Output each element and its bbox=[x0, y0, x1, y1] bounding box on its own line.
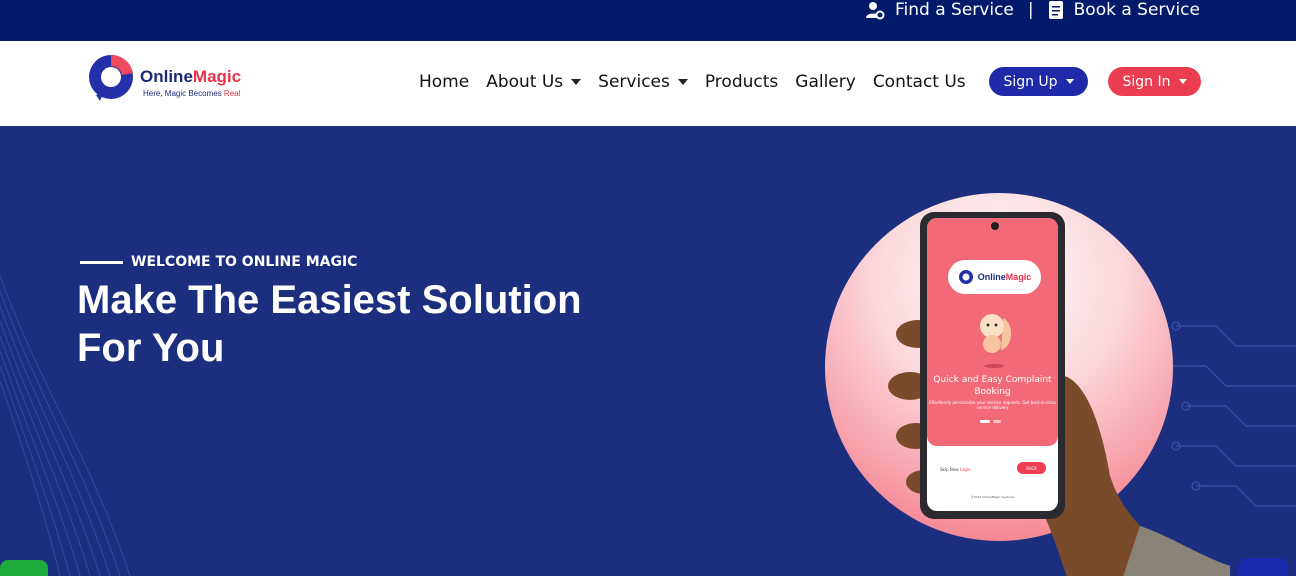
find-service-link[interactable]: Find a Service bbox=[865, 0, 1014, 20]
sign-up-button[interactable]: Sign Up bbox=[989, 67, 1088, 96]
hero-headline: Make The Easiest Solution For You bbox=[77, 278, 582, 370]
logo-mark-icon bbox=[958, 270, 973, 284]
hero-eyebrow: WELCOME TO ONLINE MAGIC bbox=[80, 254, 357, 270]
phone-camera-notch bbox=[991, 222, 999, 230]
user-gear-icon bbox=[866, 2, 885, 20]
eyebrow-text: WELCOME TO ONLINE MAGIC bbox=[131, 254, 358, 270]
scroll-top-button[interactable] bbox=[1238, 558, 1288, 576]
screen-skip-row: Skip Now Login bbox=[940, 467, 971, 472]
logo-mark-icon bbox=[89, 54, 133, 101]
top-utility-bar: Find a Service | Book a Service bbox=[0, 0, 1296, 41]
screen-app-badge: OnlineMagic bbox=[948, 260, 1041, 294]
screen-description: Effortlessly personalize your service re… bbox=[929, 400, 1056, 410]
nav-services[interactable]: Services bbox=[598, 72, 688, 92]
floating-chat-button[interactable] bbox=[0, 560, 48, 576]
nav-gallery[interactable]: Gallery bbox=[795, 72, 856, 92]
chevron-down-icon bbox=[1065, 79, 1074, 84]
eyebrow-line bbox=[80, 260, 123, 264]
phone-screen: OnlineMagic Quick and Easy Complaint Boo… bbox=[927, 218, 1058, 511]
screen-back-button: BACK bbox=[1017, 462, 1046, 474]
nav-about-us[interactable]: About Us bbox=[486, 72, 582, 92]
screen-copyright: ©2022 OnlineMagic Systems bbox=[970, 495, 1015, 499]
main-header: OnlineMagic Here, Magic Becomes Real Hom… bbox=[0, 41, 1296, 126]
logo-tagline: Here, Magic Becomes Real bbox=[143, 89, 241, 98]
screen-title: Quick and Easy Complaint Booking bbox=[933, 375, 1052, 397]
document-icon bbox=[1048, 1, 1063, 19]
chevron-down-icon bbox=[677, 79, 688, 85]
book-service-link[interactable]: Book a Service bbox=[1048, 0, 1200, 20]
sign-in-button[interactable]: Sign In bbox=[1108, 67, 1201, 96]
nav-contact-us[interactable]: Contact Us bbox=[873, 72, 966, 92]
squirrel-mascot-icon bbox=[980, 314, 1012, 368]
sign-up-label: Sign Up bbox=[1003, 73, 1058, 90]
phone-mockup: OnlineMagic Quick and Easy Complaint Boo… bbox=[920, 212, 1065, 519]
screen-pager-dots bbox=[980, 420, 1001, 423]
find-service-label: Find a Service bbox=[895, 0, 1014, 20]
chevron-down-icon bbox=[571, 79, 582, 85]
book-service-label: Book a Service bbox=[1073, 0, 1200, 20]
logo-brand: OnlineMagic bbox=[140, 67, 242, 86]
topbar-separator: | bbox=[1027, 0, 1034, 20]
nav-home[interactable]: Home bbox=[419, 72, 469, 92]
nav-products[interactable]: Products bbox=[705, 72, 778, 92]
main-nav: Home About Us Services Products Gallery … bbox=[419, 70, 983, 94]
top-links: Find a Service | Book a Service bbox=[865, 0, 1200, 22]
chevron-down-icon bbox=[1178, 79, 1187, 84]
site-logo[interactable]: OnlineMagic Here, Magic Becomes Real bbox=[88, 51, 258, 103]
sign-in-label: Sign In bbox=[1122, 73, 1171, 90]
hero-section: WELCOME TO ONLINE MAGIC Make The Easiest… bbox=[0, 126, 1296, 576]
